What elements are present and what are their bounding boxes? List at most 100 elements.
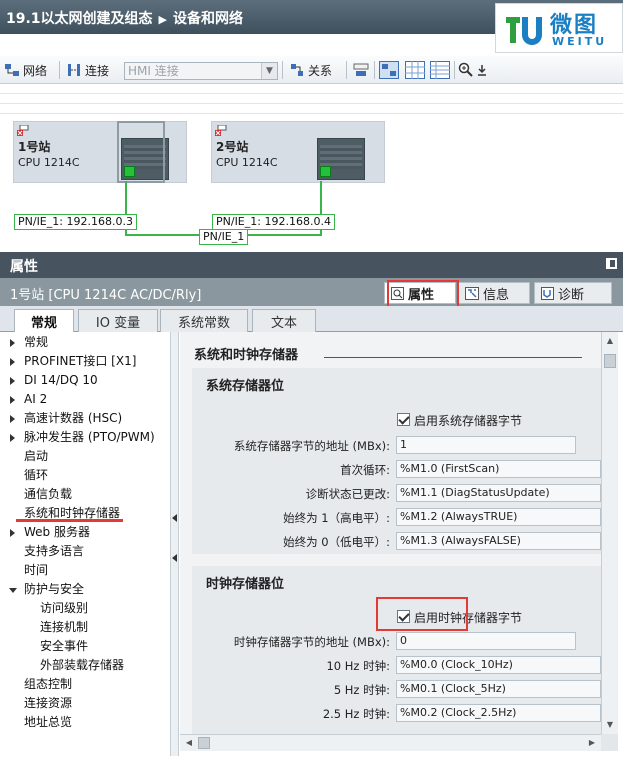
table-view-button[interactable] — [430, 60, 450, 80]
always-false-label: 始终为 0（低电平）: — [283, 535, 390, 549]
clock-2-5hz-label: 2.5 Hz 时钟: — [322, 707, 390, 721]
toolbar-separator — [59, 61, 60, 79]
scroll-left-icon[interactable]: ◀ — [182, 736, 196, 750]
always-true-label: 始终为 1（高电平）: — [283, 511, 390, 525]
scroll-down-icon[interactable]: ▼ — [603, 718, 617, 732]
toolbar-separator — [346, 61, 347, 79]
project-title: 19.1以太网创建及组态 — [6, 11, 153, 27]
zoom-icon — [458, 62, 473, 77]
always-false-field: %M1.3 (AlwaysFALSE) — [396, 532, 601, 550]
expand-arrow-icon[interactable] — [10, 339, 15, 347]
relation-icon — [291, 64, 303, 76]
properties-content: 系统和时钟存储器 系统存储器位 启用系统存储器字节 系统存储器字节的地址 (MB… — [180, 332, 601, 734]
relations-button[interactable]: 关系 — [289, 60, 332, 80]
scroll-thumb[interactable] — [604, 354, 616, 368]
table-icon — [430, 61, 450, 79]
scroll-right-icon[interactable]: ▶ — [585, 736, 599, 750]
tab-system-constants[interactable]: 系统常数 — [160, 309, 248, 332]
scroll-thumb[interactable] — [198, 737, 210, 749]
clock-10hz-label: 10 Hz 时钟: — [326, 659, 390, 673]
expand-arrow-icon[interactable] — [10, 396, 15, 404]
diag-status-label: 诊断状态已更改: — [305, 487, 390, 501]
station-2[interactable]: 2号站 CPU 1214C — [211, 121, 385, 183]
hmi-connection-select[interactable]: HMI 连接 ▼ — [124, 62, 278, 80]
view-title: 设备和网络 — [173, 11, 244, 27]
clock-5hz-label: 5 Hz 时钟: — [333, 683, 390, 697]
diag-status-field: %M1.1 (DiagStatusUpdate) — [396, 484, 601, 502]
subnet-label[interactable]: PN/IE_1 — [199, 229, 249, 245]
tab-general[interactable]: 常规 — [14, 309, 74, 333]
tab-io-tags[interactable]: IO 变量 — [78, 309, 158, 332]
section-title: 系统和时钟存储器 — [194, 348, 299, 363]
always-true-field: %M1.2 (AlwaysTRUE) — [396, 508, 601, 526]
vertical-scrollbar[interactable]: ▲ ▼ — [601, 332, 618, 734]
clock-memory-title: 时钟存储器位 — [206, 577, 285, 592]
first-scan-label: 首次循环: — [340, 463, 390, 477]
grid-view-button[interactable] — [405, 60, 425, 80]
name-tag-icon — [353, 63, 369, 76]
pane-splitter[interactable] — [171, 332, 179, 756]
logo-text-en: WEITU — [552, 35, 608, 48]
expand-arrow-icon[interactable] — [10, 415, 15, 423]
network-view-button[interactable]: 网络 — [4, 60, 47, 80]
chevron-down-icon[interactable]: ▼ — [261, 63, 277, 79]
section-divider — [324, 357, 582, 358]
grid-line — [0, 113, 623, 114]
network-view: 1号站 CPU 1214C 2号站 CPU 1214C PN/IE_1: 192… — [0, 85, 623, 251]
pn-address-label-2[interactable]: PN/IE_1: 192.168.0.4 — [212, 214, 335, 230]
station-name: 1号站 — [18, 140, 51, 154]
layout-icon — [379, 61, 399, 79]
profinet-port[interactable] — [320, 166, 331, 177]
grid-icon — [405, 61, 425, 79]
toolbar-separator — [282, 61, 283, 79]
grid-line — [0, 93, 623, 94]
station-cpu: CPU 1214C — [18, 156, 80, 169]
pn-address-label-1[interactable]: PN/IE_1: 192.168.0.3 — [14, 214, 137, 230]
tab-texts[interactable]: 文本 — [252, 309, 316, 332]
station-cpu: CPU 1214C — [216, 156, 278, 169]
connection-icon — [68, 64, 80, 76]
property-nav-tree: 常规 PROFINET接口 [X1] DI 14/DQ 10 AI 2 高速计数… — [4, 332, 171, 756]
tab-diagnostics[interactable]: 诊断 — [534, 282, 612, 304]
toolbar-separator — [454, 61, 455, 79]
highlight-clock-checkbox — [376, 597, 468, 631]
diagnostics-icon — [541, 286, 554, 300]
show-names-button[interactable] — [353, 60, 369, 80]
layout-view-button[interactable] — [379, 60, 399, 80]
zoom-button[interactable] — [458, 60, 487, 80]
pin-icon[interactable] — [606, 258, 617, 269]
expand-arrow-icon[interactable] — [10, 377, 15, 385]
collapse-arrow-icon[interactable] — [9, 588, 17, 593]
clock-memory-address-input[interactable]: 0 — [396, 632, 576, 650]
plc-module[interactable] — [317, 138, 365, 180]
inspector-header: 属性 — [0, 252, 623, 278]
toolbar-separator — [374, 61, 375, 79]
weitu-logo: 微图 WEITU — [495, 3, 623, 53]
device-header: 1号站 [CPU 1214C AC/DC/Rly] 属性 信息 诊断 — [0, 278, 623, 306]
clock-5hz-field: %M0.1 (Clock_5Hz) — [396, 680, 601, 698]
collapse-left-icon[interactable] — [172, 554, 177, 562]
station-name: 2号站 — [216, 140, 249, 154]
scroll-up-icon[interactable]: ▲ — [603, 334, 617, 348]
horizontal-scrollbar[interactable]: ◀ ▶ — [180, 734, 601, 751]
system-memory-title: 系统存储器位 — [206, 379, 285, 394]
collapse-left-icon[interactable] — [172, 514, 177, 522]
tab-info[interactable]: 信息 — [458, 282, 530, 304]
grid-line — [0, 103, 623, 104]
expand-arrow-icon[interactable] — [10, 358, 15, 366]
system-memory-address-input[interactable]: 1 — [396, 436, 576, 454]
clock-memory-address-label: 时钟存储器字节的地址 (MBx): — [233, 635, 390, 649]
tab-info-label: 信息 — [483, 287, 510, 303]
scrollbar-corner — [601, 734, 618, 751]
clock-10hz-field: %M0.0 (Clock_10Hz) — [396, 656, 601, 674]
device-title: 1号站 [CPU 1214C AC/DC/Rly] — [10, 288, 202, 303]
connections-button[interactable]: 连接 — [66, 60, 109, 80]
download-arrow-icon — [478, 65, 486, 76]
property-tabs: 常规 IO 变量 系统常数 文本 — [0, 306, 623, 333]
enable-system-memory-checkbox[interactable] — [397, 413, 410, 426]
relation-label: 关系 — [308, 63, 333, 78]
system-memory-group: 系统存储器位 启用系统存储器字节 系统存储器字节的地址 (MBx): 1 首次循… — [192, 368, 601, 554]
expand-arrow-icon[interactable] — [10, 434, 15, 442]
expand-arrow-icon[interactable] — [10, 529, 15, 537]
enable-system-memory-label: 启用系统存储器字节 — [414, 414, 523, 428]
